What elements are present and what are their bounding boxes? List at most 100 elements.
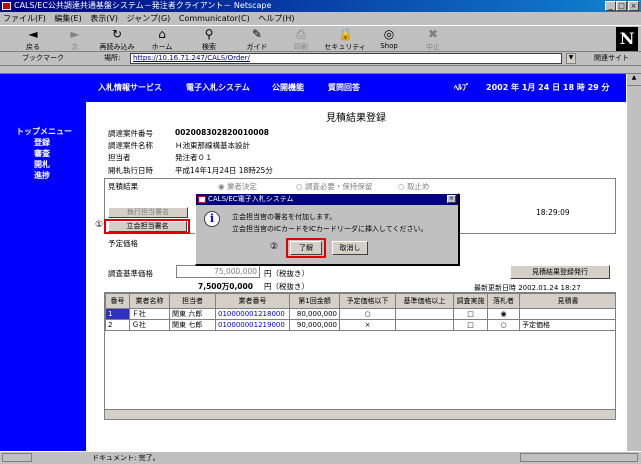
table-row[interactable]: 2 Ｇ社 関東 七郎 010000001219000 90,000,000 × … [105, 319, 615, 331]
table-header: 予定価格以下 [339, 293, 396, 309]
table-header: 業者名称 [129, 293, 170, 309]
cell-winner-radio[interactable]: ◉ [487, 308, 520, 320]
url-dropdown-icon[interactable]: ▼ [566, 53, 576, 64]
info-value-date: 平成14年1月24日 18時25分 [175, 166, 273, 175]
stop-button[interactable]: ✖ 中止 [412, 28, 454, 52]
cell-amount: 90,000,000 [289, 319, 340, 331]
expected-price-label: 予定価格 [108, 239, 138, 248]
cell-number: 2 [105, 319, 130, 331]
component-bar[interactable] [520, 453, 638, 462]
related-sites-button[interactable]: 関連サイト [594, 53, 629, 63]
reload-button[interactable]: ↻ 再読み込み [96, 28, 138, 52]
security-button[interactable]: 🔒 セキュリティ [324, 28, 366, 52]
cell-number: 1 [105, 308, 130, 320]
bookmark-button[interactable]: ブックマーク [22, 53, 64, 63]
window-title-bar: CALS/EC公共調達共通基盤システム－発注者クライアント－ Netscape … [0, 0, 641, 12]
guide-button[interactable]: ✎ ガイド [236, 28, 278, 52]
dialog-cancel-button[interactable]: 取消し [332, 241, 368, 255]
table-header: 第1回金額 [289, 293, 340, 309]
location-bar: ブックマーク 場所: https://10.16.71.247/CALS/Ord… [0, 52, 641, 66]
cell-vendor-number[interactable]: 010000001219000 [215, 319, 290, 331]
nav-datetime: 2002 年 1月 24 日 18 時 29 分 [486, 83, 610, 92]
menu-edit[interactable]: 編集(E) [51, 14, 84, 23]
forward-button[interactable]: ► 次 [54, 28, 96, 52]
nav-qa[interactable]: 質問回答 [328, 82, 360, 93]
info-label-number: 調達案件番号 [108, 129, 153, 138]
dialog-ok-button[interactable]: 了解 [290, 241, 322, 255]
base-price-value2: 7,500万0,000 [198, 282, 253, 291]
menu-view[interactable]: 表示(V) [87, 14, 121, 23]
cell-over-base [395, 319, 454, 331]
annotation-two: ② [270, 242, 279, 252]
signature-dialog: CALS/EC電子入札システム × i 立会担当官の署名を付加します。 立会担当… [195, 193, 459, 265]
vendor-table: 番号 業者名称 担当者 業者番号 第1回金額 予定価格以下 基準価格以上 調査実… [105, 293, 615, 331]
nav-public[interactable]: 公開機能 [272, 82, 304, 93]
witness-sign-button[interactable]: 立会担当署名 [108, 221, 187, 232]
table-header: 担当者 [169, 293, 216, 309]
vertical-scrollbar[interactable]: ▲ [626, 74, 641, 451]
menu-communicator[interactable]: Communicator(C) [176, 14, 253, 23]
info-value-number: 002008302820010008 [175, 128, 269, 137]
issue-result-button[interactable]: 見積結果登録発行 [510, 265, 610, 279]
nav-bid-info[interactable]: 入札情報サービス [98, 82, 162, 93]
guide-icon: ✎ [251, 27, 263, 41]
back-icon: ◄ [28, 27, 38, 41]
cell-under-price: ○ [339, 308, 396, 320]
cell-quote-doc [519, 308, 615, 320]
table-header: 業者番号 [215, 293, 290, 309]
sidebar-item-review[interactable]: 審査 [34, 148, 50, 159]
maximize-button[interactable]: □ [616, 1, 627, 11]
result-label: 見積結果 [108, 182, 138, 191]
result-option-decided[interactable]: ◉ 業者決定 [218, 181, 257, 192]
home-button[interactable]: ⌂ ホーム [141, 28, 183, 52]
cell-survey-checkbox[interactable]: □ [453, 308, 488, 320]
close-button[interactable]: × [628, 1, 639, 11]
back-button[interactable]: ◄ 戻る [12, 28, 54, 52]
dialog-message-line2: 立会担当官のICカードをICカードリーダに挿入してください。 [232, 225, 428, 233]
reload-icon: ↻ [111, 27, 123, 41]
cell-quote-doc: 予定価格 [519, 319, 615, 331]
tab-strip [0, 66, 641, 74]
base-price-unit2: 円（税抜き） [264, 282, 309, 291]
annotation-one: ① [95, 220, 104, 230]
app-icon [2, 2, 11, 10]
info-label-name: 調達案件名称 [108, 141, 153, 150]
table-header-row: 番号 業者名称 担当者 業者番号 第1回金額 予定価格以下 基準価格以上 調査実… [105, 293, 615, 309]
table-horizontal-scrollbar[interactable] [105, 409, 615, 419]
table-header: 見積書 [519, 293, 615, 309]
table-row[interactable]: 1 Ｆ社 関東 六郎 010000001218000 80,000,000 ○ … [105, 308, 615, 320]
result-option-hold[interactable]: ○ 調査必要・保持保留 [296, 181, 372, 192]
print-icon: ⎙ [296, 27, 306, 41]
menu-file[interactable]: ファイル(F) [0, 14, 49, 23]
cell-winner-radio[interactable]: ○ [487, 319, 520, 331]
security-status-icon[interactable] [2, 453, 32, 462]
sidebar-item-opening[interactable]: 開札 [34, 159, 50, 170]
search-icon: ⚲ [204, 27, 214, 41]
shop-button[interactable]: ◎ Shop [368, 28, 410, 51]
search-button[interactable]: ⚲ 検索 [188, 28, 230, 52]
netscape-logo: N [616, 27, 638, 51]
page-title: 見積結果登録 [326, 113, 386, 124]
scroll-up-icon[interactable]: ▲ [627, 74, 641, 86]
dialog-close-button[interactable]: × [447, 195, 456, 203]
menu-help[interactable]: ヘルプ(H) [255, 14, 297, 23]
url-field[interactable]: https://10.16.71.247/CALS/Order/ [130, 53, 562, 64]
cell-survey-checkbox[interactable]: □ [453, 319, 488, 331]
cell-over-base [395, 308, 454, 320]
dialog-message-line1: 立会担当官の署名を付加します。 [232, 213, 337, 221]
sidebar-item-register[interactable]: 登録 [34, 137, 50, 148]
minimize-button[interactable]: _ [605, 1, 616, 11]
print-button[interactable]: ⎙ 印刷 [280, 28, 322, 52]
result-option-cancel[interactable]: ○ 取止め [398, 181, 429, 192]
cell-under-price: × [339, 319, 396, 331]
base-price-input[interactable]: 75,000,000 [176, 265, 260, 278]
menu-go[interactable]: ジャンプ(G) [124, 14, 174, 23]
info-value-name: Ｈ池東那線構基本設計 [175, 141, 250, 150]
officer-sign-button[interactable]: 執行担当署名 [108, 207, 188, 218]
cell-vendor-name: Ｆ社 [129, 308, 170, 320]
nav-help[interactable]: ﾍﾙﾌﾟ [454, 82, 470, 93]
nav-e-bidding[interactable]: 電子入札システム [186, 82, 250, 93]
table-header: 調査実施 [453, 293, 488, 309]
sidebar-item-progress[interactable]: 進捗 [34, 170, 50, 181]
cell-vendor-number[interactable]: 010000001218000 [215, 308, 290, 320]
